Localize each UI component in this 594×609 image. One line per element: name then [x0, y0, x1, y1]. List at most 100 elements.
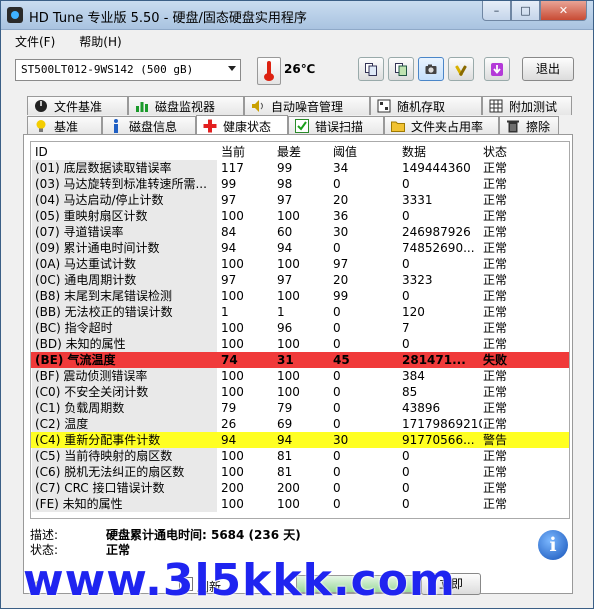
cell-attribute: (BD) 未知的属性 — [32, 336, 217, 352]
table-row[interactable]: (BB) 无法校正的错误计数 1 1 0 120 正常 — [31, 304, 569, 320]
cell-current: 26 — [221, 417, 237, 431]
column-header-id[interactable]: ID — [32, 144, 217, 160]
column-header-status[interactable]: 状态 — [483, 144, 543, 160]
cell-current: 94 — [221, 433, 237, 447]
smart-table[interactable]: ID 当前 最差 阈值 数据 状态 (01) 底层数据读取错误率 117 99 34 1… — [30, 141, 570, 519]
table-row[interactable]: (C1) 负载周期数 79 79 0 43896 正常 — [31, 400, 569, 416]
download-arrow-icon — [491, 63, 503, 76]
table-row[interactable]: (05) 重映射扇区计数 100 100 36 0 正常 — [31, 208, 569, 224]
cell-current: 100 — [221, 369, 244, 383]
title-bar[interactable]: HD Tune 专业版 5.50 - 硬盘/固态硬盘实用程序 – □ ✕ — [1, 1, 593, 30]
trash-icon — [507, 120, 519, 133]
minimize-button[interactable]: – — [482, 1, 511, 21]
cell-worst: 81 — [277, 449, 293, 463]
cell-data: 0 — [402, 449, 410, 463]
table-row[interactable]: (BD) 未知的属性 100 100 0 0 正常 — [31, 336, 569, 352]
table-row[interactable]: (C0) 不安全关闭计数 100 100 0 85 正常 — [31, 384, 569, 400]
window-title: HD Tune 专业版 5.50 - 硬盘/固态硬盘实用程序 — [29, 11, 307, 26]
menu-file[interactable]: 文件(F) — [1, 30, 65, 52]
tab-label: 文件基准 — [54, 99, 103, 114]
cell-status: 正常 — [483, 465, 508, 479]
table-row[interactable]: (0A) 马达重试计数 100 100 97 0 正常 — [31, 256, 569, 272]
maximize-button[interactable]: □ — [511, 1, 540, 21]
column-header-threshold[interactable]: 阈值 — [333, 144, 401, 160]
cell-current: 100 — [221, 321, 244, 335]
column-header-data[interactable]: 数据 — [402, 144, 482, 160]
cell-worst: 100 — [277, 289, 300, 303]
table-row[interactable]: (C5) 当前待映射的扇区数 100 81 0 0 正常 — [31, 448, 569, 464]
tab-label: 基准 — [54, 119, 79, 134]
table-row[interactable]: (B8) 末尾到末尾错误检测 100 100 99 0 正常 — [31, 288, 569, 304]
cell-status: 失败 — [483, 353, 508, 367]
options-button[interactable] — [448, 57, 474, 81]
table-row[interactable]: (07) 寻道错误率 84 60 30 246987926 正常 — [31, 224, 569, 240]
exit-button[interactable]: 退出 — [522, 57, 574, 81]
cell-attribute: (0A) 马达重试计数 — [32, 256, 217, 272]
cell-attribute: (B8) 末尾到末尾错误检测 — [32, 288, 217, 304]
column-header-worst[interactable]: 最差 — [277, 144, 332, 160]
cell-worst: 97 — [277, 273, 293, 287]
tab-disk-monitor[interactable]: 磁盘监视器 — [128, 96, 244, 115]
cell-current: 99 — [221, 177, 237, 191]
tab-file-benchmark[interactable]: 文件基准 — [27, 96, 128, 115]
save-button[interactable] — [484, 57, 510, 81]
cell-worst: 31 — [277, 353, 294, 367]
tab-aam[interactable]: 自动噪音管理 — [244, 96, 370, 115]
cell-worst: 96 — [277, 321, 293, 335]
cell-worst: 79 — [277, 401, 293, 415]
table-row[interactable]: (04) 马达启动/停止计数 97 97 20 3331 正常 — [31, 192, 569, 208]
table-row[interactable]: (0C) 通电周期计数 97 97 20 3323 正常 — [31, 272, 569, 288]
cell-attribute: (05) 重映射扇区计数 — [32, 208, 217, 224]
table-row[interactable]: (BE) 气流温度 74 31 45 281471... 失败 — [31, 352, 569, 368]
tab-benchmark[interactable]: 基准 — [27, 116, 102, 135]
cell-current: 100 — [221, 449, 244, 463]
cell-worst: 60 — [277, 225, 293, 239]
cell-status: 正常 — [483, 161, 508, 175]
cell-current: 100 — [221, 497, 244, 511]
tab-label: 附加测试 — [509, 99, 558, 114]
cell-threshold: 0 — [333, 497, 341, 511]
cell-threshold: 0 — [333, 417, 341, 431]
table-row[interactable]: (01) 底层数据读取错误率 117 99 34 149444360 正常 — [31, 160, 569, 176]
cell-threshold: 0 — [333, 385, 341, 399]
cell-worst: 99 — [277, 161, 293, 175]
tab-folder-usage[interactable]: 文件夹占用率 — [384, 116, 499, 135]
tab-health[interactable]: 健康状态 — [196, 115, 288, 136]
table-row[interactable]: (C2) 温度 26 69 0 17179869210 正常 — [31, 416, 569, 432]
cell-current: 100 — [221, 465, 244, 479]
close-button[interactable]: ✕ — [540, 1, 587, 21]
cell-threshold: 20 — [333, 273, 349, 287]
cell-threshold: 0 — [333, 305, 341, 319]
table-row[interactable]: (BF) 震动侦测错误率 100 100 0 384 正常 — [31, 368, 569, 384]
cell-worst: 100 — [277, 337, 300, 351]
tab-label: 磁盘监视器 — [155, 99, 216, 114]
tab-error-scan[interactable]: 错误扫描 — [288, 116, 384, 135]
screenshot-button[interactable] — [418, 57, 444, 81]
cell-status: 正常 — [483, 481, 508, 495]
copy-icon — [365, 63, 377, 76]
menu-help[interactable]: 帮助(H) — [65, 30, 131, 52]
tab-erase[interactable]: 擦除 — [499, 116, 559, 135]
table-row[interactable]: (03) 马达旋转到标准转速所需... 99 98 0 0 正常 — [31, 176, 569, 192]
tab-disk-info[interactable]: 磁盘信息 — [102, 116, 196, 135]
table-row[interactable]: (BC) 指令超时 100 96 0 7 正常 — [31, 320, 569, 336]
copy-all-button[interactable] — [388, 57, 414, 81]
cell-data: 0 — [402, 481, 410, 495]
table-row[interactable]: (FE) 未知的属性 100 100 0 0 正常 — [31, 496, 569, 512]
table-row[interactable]: (C7) CRC 接口错误计数 200 200 0 0 正常 — [31, 480, 569, 496]
tab-random-access[interactable]: 随机存取 — [370, 96, 482, 115]
table-row[interactable]: (09) 累计通电时间计数 94 94 0 74852690... 正常 — [31, 240, 569, 256]
table-row[interactable]: (C6) 脱机无法纠正的扇区数 100 81 0 0 正常 — [31, 464, 569, 480]
cell-worst: 100 — [277, 257, 300, 271]
drive-select[interactable]: ST500LT012-9WS142 (500 gB) — [15, 59, 241, 81]
cell-status: 正常 — [483, 497, 508, 511]
copy-info-button[interactable] — [358, 57, 384, 81]
table-row[interactable]: (C4) 重新分配事件计数 94 94 30 91770566... 警告 — [31, 432, 569, 448]
cell-data: 0 — [402, 289, 410, 303]
tab-extra-tests[interactable]: 附加测试 — [482, 96, 572, 115]
column-header-current[interactable]: 当前 — [221, 144, 276, 160]
cell-worst: 81 — [277, 465, 293, 479]
grid-icon — [489, 99, 503, 113]
cell-status: 正常 — [483, 417, 508, 431]
random-access-icon — [377, 99, 391, 113]
